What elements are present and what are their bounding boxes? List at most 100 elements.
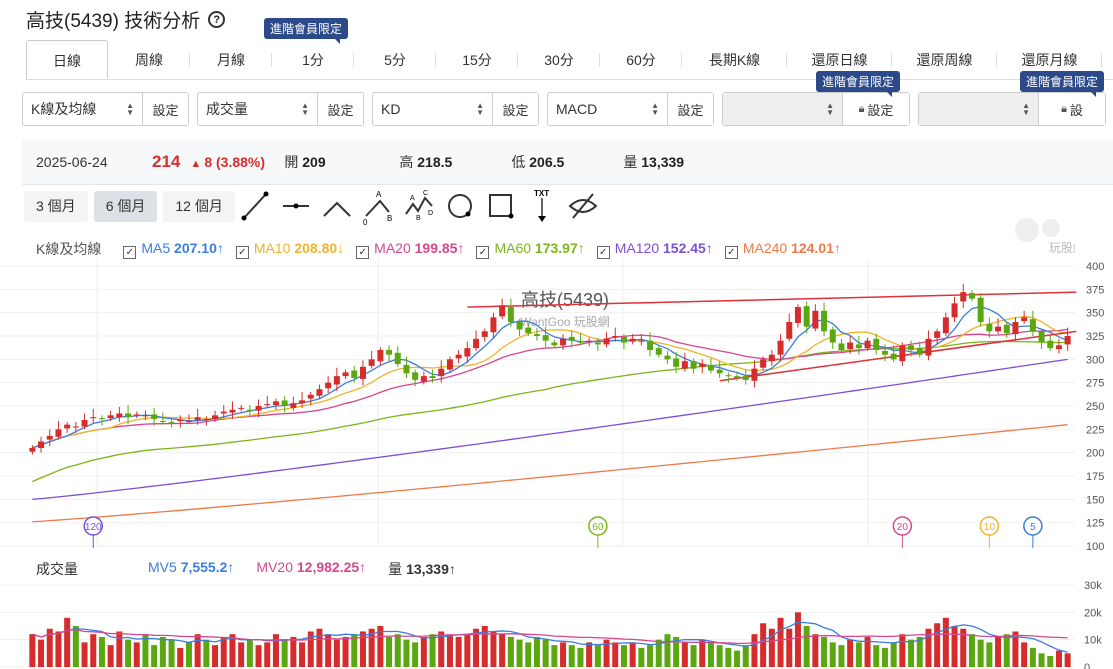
volume-bar bbox=[847, 639, 854, 667]
vol-legend: 量 13,339↑ bbox=[388, 559, 456, 579]
ma-marker-label: 5 bbox=[1030, 522, 1036, 533]
select-value: K線及均線 bbox=[31, 101, 97, 117]
ma-toggle-ma240[interactable]: ✓ MA240 124.01↑ bbox=[724, 240, 841, 259]
candle bbox=[647, 340, 654, 350]
candle bbox=[803, 306, 810, 327]
candle bbox=[533, 334, 540, 336]
settings-button[interactable]: 設定 bbox=[143, 93, 188, 125]
candle bbox=[1055, 345, 1062, 350]
mv20-label: MV20 bbox=[256, 559, 293, 575]
volume-bar bbox=[168, 639, 175, 667]
settings-button[interactable]: 🔒︎ 設 bbox=[1039, 93, 1105, 125]
ma-toggle-ma60[interactable]: ✓ MA60 173.97↑ bbox=[476, 239, 585, 259]
settings-button[interactable]: 設定 bbox=[668, 93, 713, 125]
checkbox-checked-icon[interactable]: ✓ bbox=[123, 245, 137, 259]
tab-10[interactable]: 還原周線 bbox=[892, 40, 997, 79]
volume-bar bbox=[203, 639, 210, 667]
indicator-select[interactable]: ▲ ▼ bbox=[919, 93, 1039, 125]
candle bbox=[116, 413, 123, 418]
indicator-select[interactable]: K線及均線 ▲ ▼ bbox=[23, 93, 143, 125]
volume-bar bbox=[586, 642, 593, 667]
tab-5[interactable]: 15分 bbox=[436, 40, 518, 79]
settings-button[interactable]: 🔒︎ 設定 bbox=[843, 93, 909, 125]
volume-bar bbox=[542, 639, 549, 667]
high-value: 218.5 bbox=[417, 154, 453, 170]
candle bbox=[577, 341, 584, 343]
circle-tool-icon[interactable] bbox=[445, 188, 475, 226]
ma-toggle-ma20[interactable]: ✓ MA20 199.85↑ bbox=[356, 240, 464, 259]
settings-button[interactable]: 設定 bbox=[493, 93, 538, 125]
candle bbox=[264, 404, 271, 406]
candle bbox=[238, 407, 245, 409]
text-tool-icon[interactable]: TXT bbox=[527, 188, 557, 226]
ma-value: 173.97↑ bbox=[534, 239, 585, 256]
indicator-select[interactable]: ▲ ▼ bbox=[723, 93, 843, 125]
checkbox-checked-icon[interactable]: ✓ bbox=[356, 245, 370, 259]
candle bbox=[638, 340, 645, 342]
indicator-select[interactable]: MACD ▲ ▼ bbox=[548, 93, 668, 125]
tab-6[interactable]: 30分 bbox=[518, 40, 600, 79]
abc-wave-tool-icon[interactable]: A B 0 bbox=[363, 188, 393, 226]
volume-bar bbox=[246, 639, 253, 667]
candle bbox=[290, 403, 297, 408]
volume-tick: 10k bbox=[1084, 635, 1102, 647]
tab-0[interactable]: 日線 bbox=[26, 40, 108, 79]
candle bbox=[307, 394, 314, 399]
checkbox-checked-icon[interactable]: ✓ bbox=[476, 245, 490, 259]
checkbox-checked-icon[interactable]: ✓ bbox=[724, 245, 738, 259]
select-value: 成交量 bbox=[206, 101, 248, 117]
rectangle-tool-icon[interactable] bbox=[486, 188, 516, 226]
range-3m-button[interactable]: 3 個月 bbox=[24, 191, 88, 222]
ma-marker-label: 10 bbox=[984, 522, 996, 533]
wantgoo-logo: 玩股網 bbox=[1015, 218, 1075, 255]
tab-2[interactable]: 月線 bbox=[190, 40, 272, 79]
line-tool-icon[interactable] bbox=[240, 188, 270, 226]
ma-toggle-ma10[interactable]: ✓ MA10 208.80↓ bbox=[235, 240, 344, 259]
checkbox-checked-icon[interactable]: ✓ bbox=[596, 245, 610, 259]
logo-text: 玩股網 bbox=[1049, 241, 1075, 255]
settings-button[interactable]: 設定 bbox=[318, 93, 363, 125]
ma-legend: K線及均線 ✓ MA5 207.10↑ ✓ MA10 208.80↓ ✓ MA20 199.… bbox=[36, 239, 841, 259]
candle bbox=[212, 415, 219, 420]
angle-tool-icon[interactable] bbox=[322, 188, 352, 226]
indicator-select[interactable]: KD ▲ ▼ bbox=[373, 93, 493, 125]
vol-label: 量 bbox=[388, 561, 403, 577]
candle bbox=[98, 418, 105, 420]
low-value: 206.5 bbox=[529, 154, 565, 170]
volume-bar bbox=[620, 645, 627, 667]
lock-icon: 🔒︎ bbox=[858, 102, 865, 115]
tab-1[interactable]: 周線 bbox=[108, 40, 190, 79]
horizontal-line-tool-icon[interactable] bbox=[281, 188, 311, 226]
volume-bar bbox=[507, 636, 514, 667]
abcd-wave-tool-icon[interactable]: A C BD bbox=[404, 188, 434, 226]
premium-badge: 進階會員限定 bbox=[816, 71, 901, 97]
high-label: 高 bbox=[399, 154, 414, 170]
mv5-value: 7,555.2↑ bbox=[180, 559, 235, 575]
candle bbox=[664, 355, 671, 360]
ma-toggle-ma5[interactable]: ✓ MA5 207.10↑ bbox=[123, 240, 224, 259]
volume-bar bbox=[1047, 656, 1054, 667]
select-arrows-icon: ▲ ▼ bbox=[301, 101, 309, 117]
candle bbox=[873, 338, 880, 350]
volume-chart[interactable]: 30k 20k 10k 0 bbox=[0, 580, 1113, 669]
lock-icon: 🔒︎ bbox=[1061, 102, 1067, 115]
tab-8[interactable]: 長期K線 bbox=[682, 40, 787, 79]
volume-bar bbox=[1055, 650, 1062, 667]
hide-drawings-icon[interactable] bbox=[568, 188, 598, 226]
ma-toggle-ma120[interactable]: ✓ MA120 152.45↑ bbox=[596, 240, 713, 259]
indicator-select[interactable]: 成交量 ▲ ▼ bbox=[198, 93, 318, 125]
tab-7[interactable]: 60分 bbox=[600, 40, 682, 79]
quote-price: 214 bbox=[152, 152, 181, 171]
help-icon[interactable]: ? bbox=[208, 11, 226, 28]
candle bbox=[81, 420, 88, 427]
volume-bar bbox=[212, 645, 219, 667]
price-chart[interactable]: 400 375 350 325 300 275 250 225 200 175 150 125 100 高… bbox=[0, 258, 1113, 558]
tab-3[interactable]: 1分 bbox=[272, 40, 354, 79]
range-12m-button[interactable]: 12 個月 bbox=[163, 191, 235, 222]
range-6m-button[interactable]: 6 個月 bbox=[93, 191, 158, 222]
checkbox-checked-icon[interactable]: ✓ bbox=[235, 245, 249, 259]
volume-bar bbox=[638, 647, 645, 667]
volume-bar bbox=[342, 636, 349, 667]
tab-4[interactable]: 5分 bbox=[354, 40, 436, 79]
candle bbox=[333, 376, 340, 385]
